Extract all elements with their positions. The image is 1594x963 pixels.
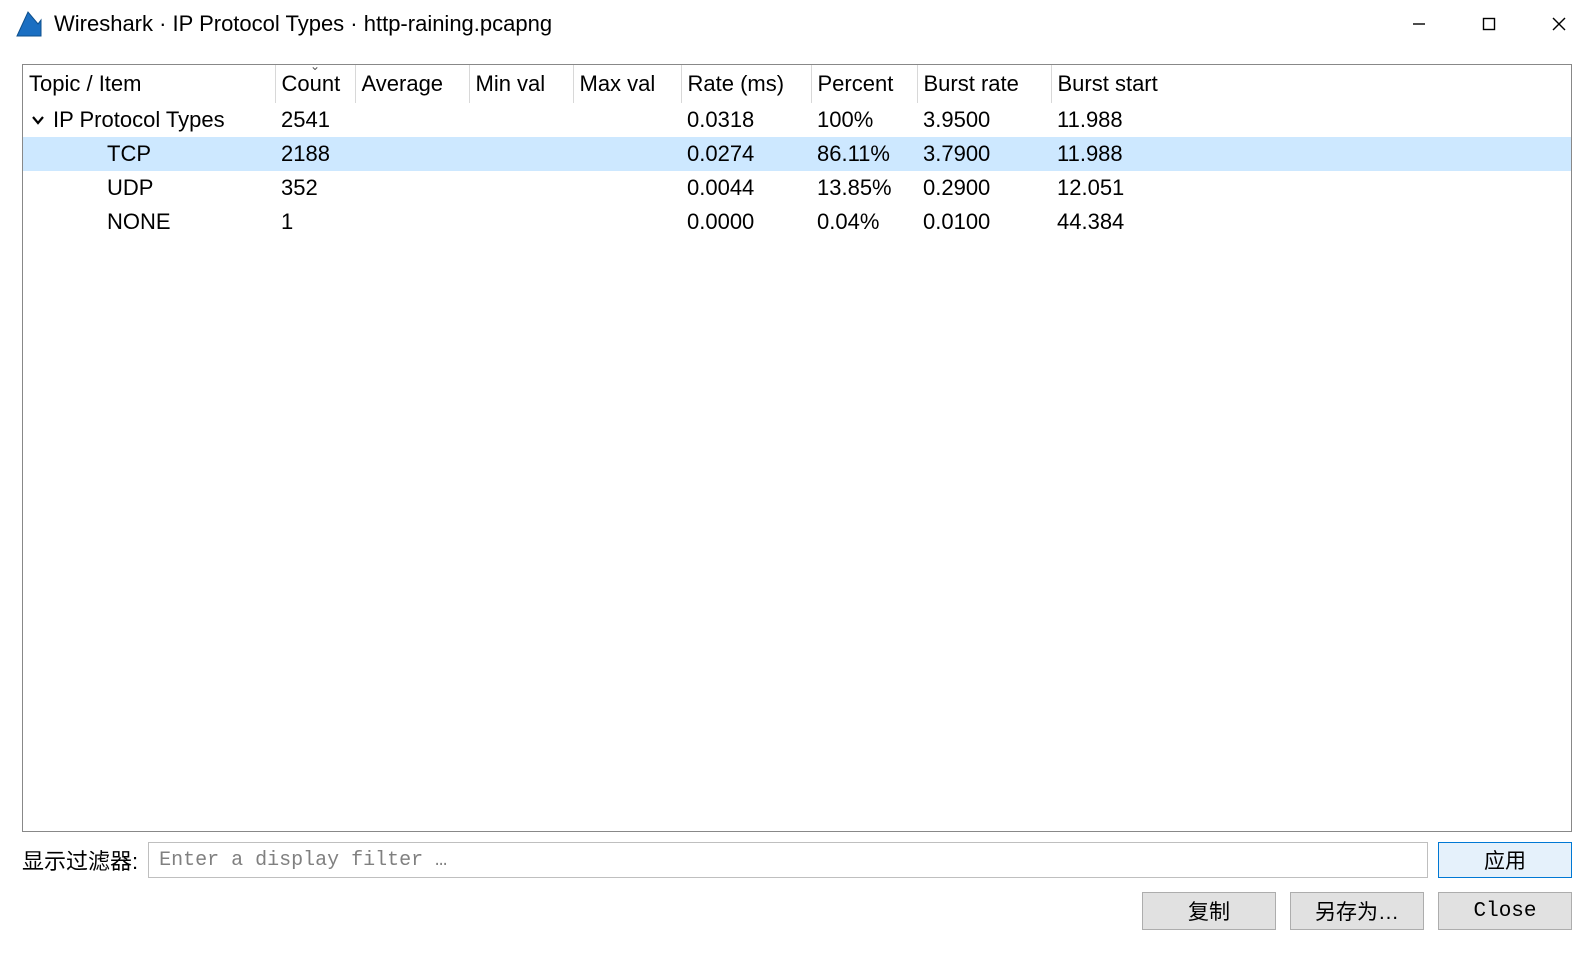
maximize-icon bbox=[1482, 17, 1496, 31]
minimize-button[interactable] bbox=[1384, 0, 1454, 48]
col-header-maxval[interactable]: Max val bbox=[573, 65, 681, 103]
table-cell bbox=[469, 137, 573, 171]
table-cell: 1 bbox=[275, 205, 355, 239]
display-filter-input[interactable] bbox=[148, 842, 1428, 878]
maximize-button[interactable] bbox=[1454, 0, 1524, 48]
stats-table-container: Topic / Item ⌄Count Average Min val Max … bbox=[22, 64, 1572, 832]
dialog-buttons: 复制 另存为… Close bbox=[0, 878, 1594, 930]
close-button[interactable]: Close bbox=[1438, 892, 1572, 930]
table-cell bbox=[573, 171, 681, 205]
table-cell: 0.0000 bbox=[681, 205, 811, 239]
content-area: Topic / Item ⌄Count Average Min val Max … bbox=[0, 48, 1594, 832]
wireshark-icon bbox=[16, 10, 42, 38]
col-header-minval[interactable]: Min val bbox=[469, 65, 573, 103]
table-cell: 86.11% bbox=[811, 137, 917, 171]
close-window-button[interactable] bbox=[1524, 0, 1594, 48]
table-cell: 13.85% bbox=[811, 171, 917, 205]
save-as-button[interactable]: 另存为… bbox=[1290, 892, 1424, 930]
table-cell: 44.384 bbox=[1051, 205, 1571, 239]
filter-label: 显示过滤器: bbox=[22, 844, 138, 876]
filter-row: 显示过滤器: 应用 bbox=[0, 832, 1594, 878]
col-header-burst-rate[interactable]: Burst rate bbox=[917, 65, 1051, 103]
table-cell bbox=[469, 103, 573, 137]
table-cell: 12.051 bbox=[1051, 171, 1571, 205]
stats-table: Topic / Item ⌄Count Average Min val Max … bbox=[23, 65, 1571, 239]
table-cell bbox=[573, 137, 681, 171]
table-cell: 2188 bbox=[275, 137, 355, 171]
table-row[interactable]: NONE1 0.00000.04%0.010044.384 bbox=[23, 205, 1571, 239]
table-cell: 352 bbox=[275, 171, 355, 205]
col-header-average[interactable]: Average bbox=[355, 65, 469, 103]
apply-button[interactable]: 应用 bbox=[1438, 842, 1572, 878]
table-cell: 3.7900 bbox=[917, 137, 1051, 171]
table-cell: 0.04% bbox=[811, 205, 917, 239]
table-cell bbox=[573, 205, 681, 239]
table-cell bbox=[469, 205, 573, 239]
close-icon bbox=[1552, 17, 1566, 31]
table-cell: 0.0318 bbox=[681, 103, 811, 137]
table-cell: 0.0274 bbox=[681, 137, 811, 171]
copy-button[interactable]: 复制 bbox=[1142, 892, 1276, 930]
table-cell: 11.988 bbox=[1051, 103, 1571, 137]
topic-label: IP Protocol Types bbox=[53, 107, 225, 133]
col-header-count[interactable]: ⌄Count bbox=[275, 65, 355, 103]
table-cell: 100% bbox=[811, 103, 917, 137]
expander-icon[interactable] bbox=[29, 113, 47, 127]
table-header-row: Topic / Item ⌄Count Average Min val Max … bbox=[23, 65, 1571, 103]
table-row[interactable]: TCP2188 0.027486.11%3.790011.988 bbox=[23, 137, 1571, 171]
minimize-icon bbox=[1412, 17, 1426, 31]
col-header-percent[interactable]: Percent bbox=[811, 65, 917, 103]
table-cell-topic: UDP bbox=[23, 171, 275, 205]
table-row[interactable]: UDP352 0.004413.85%0.290012.051 bbox=[23, 171, 1571, 205]
table-cell-topic: NONE bbox=[23, 205, 275, 239]
table-cell bbox=[573, 103, 681, 137]
table-cell: 0.2900 bbox=[917, 171, 1051, 205]
window-controls bbox=[1384, 0, 1594, 48]
table-cell: 3.9500 bbox=[917, 103, 1051, 137]
col-header-topic[interactable]: Topic / Item bbox=[23, 65, 275, 103]
col-header-count-label: Count bbox=[282, 71, 341, 96]
table-cell bbox=[469, 171, 573, 205]
titlebar: Wireshark · IP Protocol Types · http-rai… bbox=[0, 0, 1594, 48]
table-cell: 0.0100 bbox=[917, 205, 1051, 239]
table-cell: 11.988 bbox=[1051, 137, 1571, 171]
table-row-root[interactable]: IP Protocol Types 2541 0.0318100%3.950011.… bbox=[23, 103, 1571, 137]
col-header-rate[interactable]: Rate (ms) bbox=[681, 65, 811, 103]
window-title: Wireshark · IP Protocol Types · http-rai… bbox=[54, 11, 1384, 37]
table-cell: 2541 bbox=[275, 103, 355, 137]
table-cell bbox=[355, 137, 469, 171]
col-header-burst-start[interactable]: Burst start bbox=[1051, 65, 1571, 103]
sort-indicator-icon: ⌄ bbox=[310, 65, 320, 73]
table-cell-topic: IP Protocol Types bbox=[23, 103, 275, 137]
table-cell bbox=[355, 205, 469, 239]
table-cell bbox=[355, 171, 469, 205]
table-cell bbox=[355, 103, 469, 137]
table-cell: 0.0044 bbox=[681, 171, 811, 205]
table-cell-topic: TCP bbox=[23, 137, 275, 171]
